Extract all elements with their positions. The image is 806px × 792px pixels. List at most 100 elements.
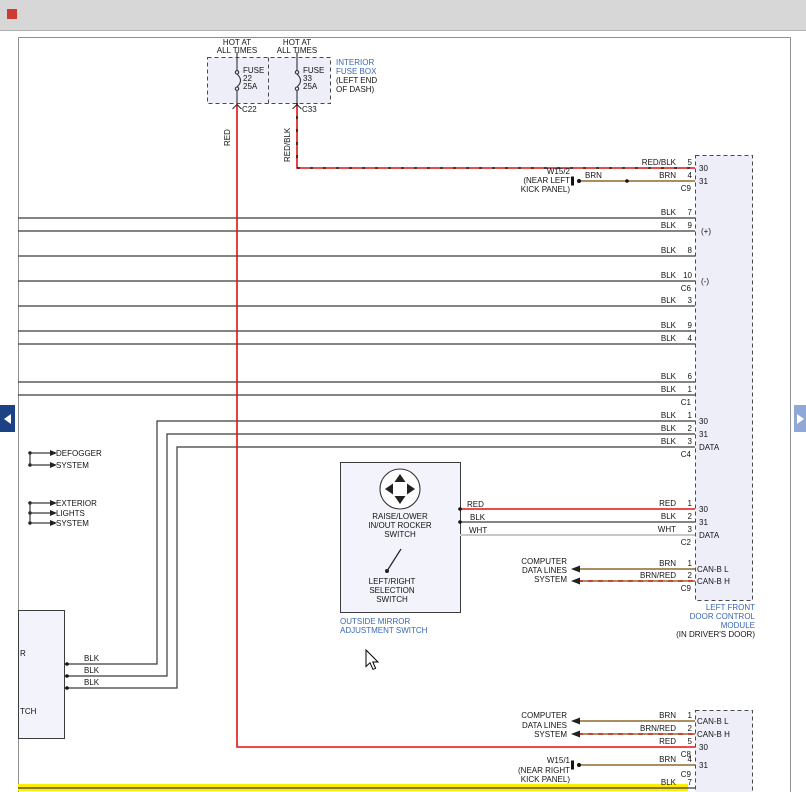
fuse33-amps: 25A (303, 82, 317, 91)
splice-location-2: KICK PANEL) (470, 185, 570, 194)
module-name-2: DOOR CONTROL (640, 612, 755, 621)
pin-number: 7 (672, 778, 692, 787)
pin-number: 9 (672, 321, 692, 330)
wire-label: BLK (576, 271, 676, 280)
module-internal-30: 30 (699, 164, 708, 173)
computer-label-2: DATA LINES (467, 721, 567, 730)
fuse22-amps: 25A (243, 82, 257, 91)
fusebox-location-1: (LEFT END (336, 76, 377, 85)
computer-label-1: COMPUTER (467, 557, 567, 566)
pin-number: 5 (672, 737, 692, 746)
wire-label: BLK (576, 246, 676, 255)
connector-label: C9 (651, 770, 691, 779)
selector-label-2: SELECTION (334, 586, 450, 595)
wire-label: BLK (576, 778, 676, 787)
splice-name: W15/1 (470, 756, 570, 765)
pin-number: 3 (672, 437, 692, 446)
pin-number: 1 (672, 411, 692, 420)
pin-number: 7 (672, 208, 692, 217)
pin-number: 1 (672, 385, 692, 394)
module-internal-canbl: CAN-B L (697, 565, 729, 574)
wire-label: BLK (576, 221, 676, 230)
wire-label: BLK (576, 424, 676, 433)
pin-number: 5 (672, 158, 692, 167)
exterior-label-2: LIGHTS (56, 509, 85, 518)
wire-label: RED (576, 737, 676, 746)
wire-label: BRN (576, 711, 676, 720)
wire-label-blk: BLK (470, 513, 485, 522)
pin-number: 1 (672, 711, 692, 720)
wire-label: BLK (576, 208, 676, 217)
text-layer: HOT AT ALL TIMES HOT AT ALL TIMES FUSE 2… (0, 0, 806, 792)
connector-c33: C33 (302, 105, 317, 114)
red-square-icon[interactable] (7, 9, 17, 19)
pin-number: 8 (672, 246, 692, 255)
module-internal-30: 30 (699, 743, 708, 752)
module-internal-31: 31 (699, 177, 708, 186)
module-internal-31: 31 (699, 761, 708, 770)
wire-label: BRN (576, 559, 676, 568)
wire-label: BLK (576, 321, 676, 330)
wire-label: BLK (576, 512, 676, 521)
defogger-label-1: DEFOGGER (56, 449, 102, 458)
hot-at-label-1b: ALL TIMES (207, 46, 267, 55)
pin-number: 6 (672, 372, 692, 381)
wire-label: BLK (576, 385, 676, 394)
pin-number: 2 (672, 512, 692, 521)
module-internal-data: DATA (699, 531, 719, 540)
wire-label: BRN/RED (576, 724, 676, 733)
wire-label: BRN/RED (576, 571, 676, 580)
scroll-left-button[interactable] (0, 405, 15, 432)
wire-label-blk: BLK (84, 678, 99, 687)
module-internal-minus: (-) (701, 277, 709, 286)
selector-label-1: LEFT/RIGHT (334, 577, 450, 586)
left-box-text-fragment: TCH (20, 707, 36, 716)
wire-label: RED (576, 499, 676, 508)
wire-label-red-vert: RED (223, 112, 233, 146)
splice-location-1: (NEAR LEFT (470, 176, 570, 185)
pin-number: 2 (672, 571, 692, 580)
viewer-topbar (0, 0, 806, 31)
scroll-right-button[interactable] (794, 405, 806, 432)
wire-label-brn: BRN (585, 171, 602, 180)
connector-label: C6 (651, 284, 691, 293)
pin-number: 3 (672, 525, 692, 534)
computer-label-3: SYSTEM (467, 730, 567, 739)
wire-label: BLK (576, 334, 676, 343)
connector-label: C8 (651, 750, 691, 759)
splice-location-2: KICK PANEL) (470, 775, 570, 784)
wire-label: BLK (576, 411, 676, 420)
module-internal-31: 31 (699, 518, 708, 527)
wire-label-blk: BLK (84, 666, 99, 675)
right-arrow-icon (797, 414, 804, 424)
wire-label: RED/BLK (576, 158, 676, 167)
module-name-1: LEFT FRONT (640, 603, 755, 612)
wire-label-redblk-vert: RED/BLK (283, 114, 293, 162)
connector-label: C1 (651, 398, 691, 407)
fusebox-location-2: OF DASH) (336, 85, 374, 94)
wire-label-wht: WHT (469, 526, 487, 535)
wire-label: WHT (576, 525, 676, 534)
exterior-label-1: EXTERIOR (56, 499, 97, 508)
pin-number: 9 (672, 221, 692, 230)
connector-label: C4 (651, 450, 691, 459)
wire-label-blk: BLK (84, 654, 99, 663)
pin-number: 1 (672, 559, 692, 568)
module-location: (IN DRIVER'S DOOR) (640, 630, 755, 639)
wire-label-red: RED (467, 500, 484, 509)
connector-label: C9 (651, 184, 691, 193)
computer-label-2: DATA LINES (467, 566, 567, 575)
connector-label: C9 (651, 584, 691, 593)
rocker-label-2: IN/OUT ROCKER (342, 521, 458, 530)
fusebox-title-2: FUSE BOX (336, 67, 376, 76)
pin-number: 4 (672, 171, 692, 180)
switch-caption-1: OUTSIDE MIRROR (340, 617, 410, 626)
fusebox-title-1: INTERIOR (336, 58, 374, 67)
module-internal-30: 30 (699, 505, 708, 514)
module-name-3: MODULE (640, 621, 755, 630)
computer-label-1: COMPUTER (467, 711, 567, 720)
splice-name: W15/2 (470, 167, 570, 176)
pin-number: 2 (672, 724, 692, 733)
pin-number: 3 (672, 296, 692, 305)
wire-label: BLK (576, 296, 676, 305)
